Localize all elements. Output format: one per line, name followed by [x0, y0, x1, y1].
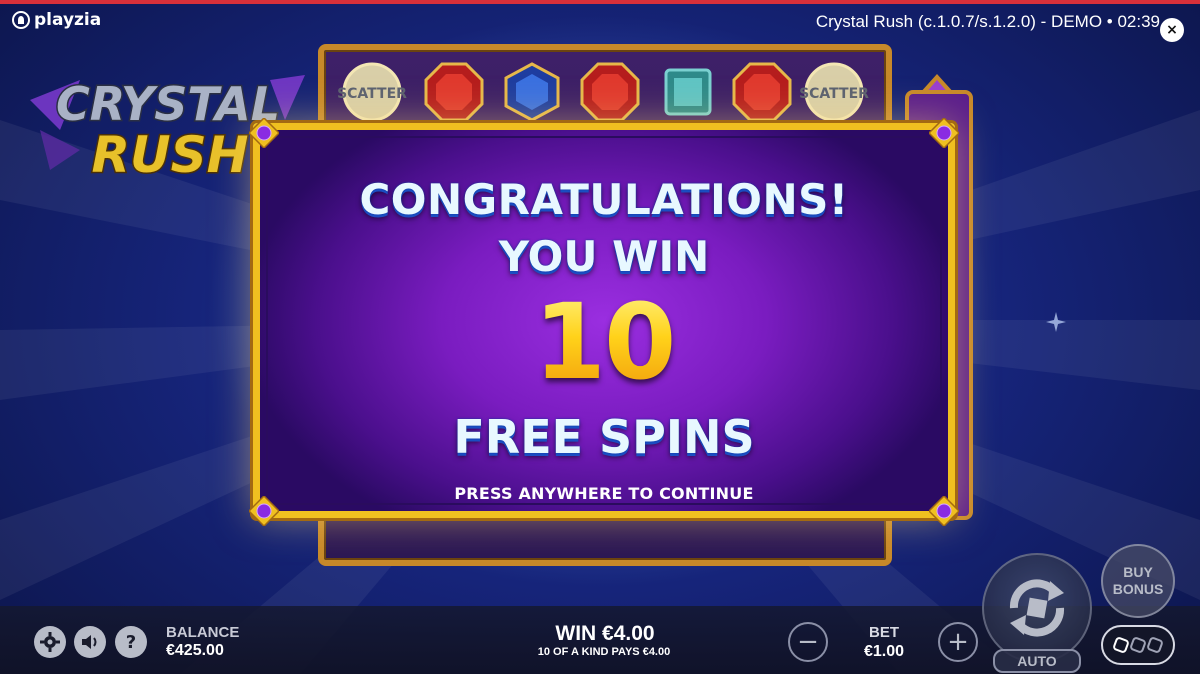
red-gem-symbol — [732, 62, 792, 122]
bet-label: BET — [869, 624, 899, 641]
turbo-mode-button[interactable] — [1101, 625, 1175, 665]
corner-gem-icon — [929, 496, 959, 526]
spin-arrows-icon — [1009, 579, 1065, 637]
corner-gem-icon — [929, 118, 959, 148]
blue-gem-symbol — [504, 62, 560, 122]
game-stage[interactable]: playzia Crystal Rush (c.1.0.7/s.1.2.0) -… — [0, 0, 1200, 674]
logo-line2: RUSH — [92, 126, 249, 184]
bet-decrease-button[interactable]: − — [788, 622, 828, 662]
auto-play-button[interactable]: AUTO — [993, 649, 1081, 673]
playzia-logo-icon — [12, 11, 30, 29]
spin-button[interactable] — [982, 553, 1092, 663]
turbo-card-icon — [1146, 636, 1164, 654]
teal-gem-symbol — [664, 68, 712, 116]
close-button[interactable]: × — [1160, 18, 1184, 42]
logo-line1: CRYSTAL — [56, 77, 280, 131]
buy-bonus-button[interactable]: BUY BONUS — [1101, 544, 1175, 618]
free-spins-count: 10 — [260, 290, 948, 394]
game-title: Crystal Rush (c.1.0.7/s.1.2.0) - DEMO • … — [815, 12, 1160, 31]
popup-prize-label: FREE SPINS — [453, 410, 755, 464]
scatter-symbol-left: SCATTER — [337, 62, 407, 122]
playzia-logo: playzia — [12, 10, 101, 30]
svg-text:SCATTER: SCATTER — [337, 86, 407, 102]
red-gem-symbol — [424, 62, 484, 122]
buy-bonus-line1: BUY — [1123, 564, 1153, 581]
sparkle-icon — [1046, 312, 1066, 332]
turbo-card-icon — [1129, 636, 1147, 654]
free-spins-win-popup[interactable]: CONGRATULATIONS! YOU WIN 10 FREE SPINS P… — [253, 123, 955, 518]
popup-title: CONGRATULATIONS! — [359, 175, 849, 224]
red-gem-symbol — [580, 62, 640, 122]
buy-bonus-line2: BONUS — [1112, 581, 1164, 597]
bet-value: €1.00 — [863, 643, 905, 660]
scatter-symbol-right: SCATTER — [799, 62, 869, 122]
popup-subtitle: YOU WIN — [498, 232, 710, 281]
svg-text:SCATTER: SCATTER — [799, 86, 869, 102]
corner-gem-icon — [249, 118, 279, 148]
bet-increase-button[interactable]: + — [938, 622, 978, 662]
turbo-card-icon — [1112, 636, 1130, 654]
brand-name: playzia — [34, 10, 102, 30]
press-to-continue[interactable]: PRESS ANYWHERE TO CONTINUE — [260, 484, 948, 503]
corner-gem-icon — [249, 496, 279, 526]
